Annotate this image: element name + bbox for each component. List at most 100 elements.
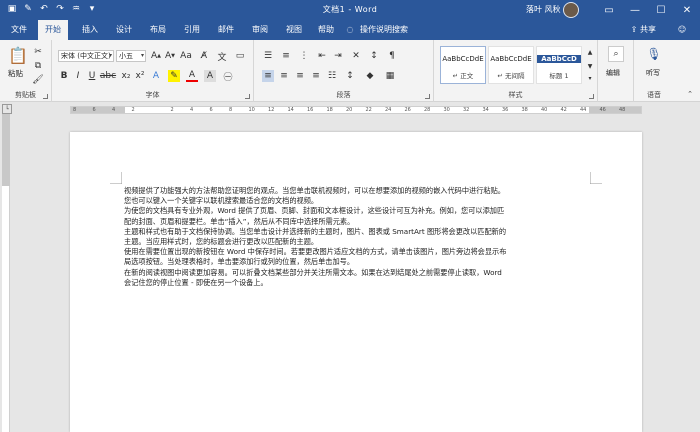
tab-layout[interactable]: 布局 <box>144 20 172 40</box>
editing-group: ⌕ 编辑 <box>598 40 634 102</box>
ruler-margin-left <box>71 107 125 113</box>
superscript-icon[interactable]: x² <box>134 70 146 82</box>
tab-help[interactable]: 帮助 <box>312 20 340 40</box>
dictate-button[interactable]: 听写 <box>646 68 660 78</box>
bullets-icon[interactable]: ☰ <box>262 50 274 62</box>
user-name[interactable]: 落叶 风秋 <box>526 4 561 15</box>
maximize-icon[interactable]: ☐ <box>648 0 674 20</box>
bold-icon[interactable]: B <box>58 70 70 82</box>
paragraph-line[interactable]: 主题和样式也有助于文档保持协调。当您单击设计并选择新的主题时，图片、图表或 Sm… <box>124 227 594 237</box>
close-icon[interactable]: ✕ <box>674 0 700 20</box>
paragraph-line[interactable]: 为使您的文档具有专业外观，Word 提供了页眉、页脚、封面和文本框设计，这些设计… <box>124 206 594 216</box>
subscript-icon[interactable]: x₂ <box>120 70 132 82</box>
highlight-icon[interactable]: ✎ <box>168 70 180 82</box>
styles-more-icon[interactable]: ▾ <box>584 72 596 84</box>
tab-mailings[interactable]: 邮件 <box>212 20 240 40</box>
underline-icon[interactable]: U <box>86 70 98 82</box>
numbering-icon[interactable]: ≡ <box>280 50 292 62</box>
cut-icon[interactable]: ✂ <box>32 46 44 58</box>
paragraph-launcher-icon[interactable] <box>425 94 430 99</box>
ruler-number: 34 <box>482 107 489 113</box>
grow-font-icon[interactable]: A ▲ <box>150 50 162 62</box>
font-size-box[interactable]: 小五 ▾ <box>116 50 146 62</box>
paragraph-line[interactable]: 会记住您的停止位置 - 即使在另一个设备上。 <box>124 278 594 288</box>
font-launcher-icon[interactable] <box>245 94 250 99</box>
paragraph-line[interactable]: 局选项按钮。当处理表格时，单击要添加行或列的位置，然后单击加号。 <box>124 257 594 267</box>
collapse-ribbon-icon[interactable]: ⌃ <box>684 88 696 100</box>
line-spacing-icon[interactable]: ↕ <box>344 70 356 82</box>
tell-me-search[interactable]: 操作说明搜索 <box>360 20 420 40</box>
search-icon[interactable]: ⌕ <box>608 46 624 62</box>
tab-design[interactable]: 设计 <box>110 20 138 40</box>
share-icon[interactable]: ⇪ <box>628 20 640 40</box>
tab-insert[interactable]: 插入 <box>76 20 104 40</box>
paragraph-line[interactable]: 使用在需要位置出现的新按钮在 Word 中保存时间。若要更改图片适应文档的方式，… <box>124 247 594 257</box>
ruler-number: 44 <box>580 107 587 113</box>
styles-scroll-up-icon[interactable]: ▲ <box>584 46 596 58</box>
comments-icon[interactable]: ☺ <box>676 20 688 40</box>
chinese-layout-icon[interactable]: ✕ <box>350 50 362 62</box>
style-no-spacing[interactable]: AaBbCcDdE ↵ 无间隔 <box>488 46 534 84</box>
ruler-number: 26 <box>404 107 411 113</box>
paragraph-line[interactable]: 视频提供了功能强大的方法帮助您证明您的观点。当您单击联机视频时，可以在想要添加的… <box>124 186 594 196</box>
tab-home[interactable]: 开始 <box>38 20 68 40</box>
share-button[interactable]: 共享 <box>640 20 656 40</box>
avatar[interactable] <box>563 2 579 18</box>
strikethrough-icon[interactable]: abc <box>100 70 116 82</box>
tab-file[interactable]: 文件 <box>0 20 38 40</box>
copy-icon[interactable]: ⧉ <box>32 60 44 72</box>
enclose-characters-icon[interactable]: ㊀ <box>222 70 234 83</box>
increase-indent-icon[interactable]: ⇥ <box>332 50 344 62</box>
crop-mark-top-left <box>110 172 122 184</box>
character-shading-icon[interactable]: A <box>204 70 216 82</box>
tab-references[interactable]: 引用 <box>178 20 206 40</box>
tab-selector-icon[interactable]: └ <box>2 104 12 114</box>
shrink-font-icon[interactable]: A ▼ <box>164 50 176 62</box>
borders-icon[interactable]: ▦ <box>384 70 396 82</box>
paragraph-line[interactable]: 主题。当应用样式时，您的标题会进行更改以匹配新的主题。 <box>124 237 594 247</box>
distributed-icon[interactable]: ☷ <box>326 70 338 82</box>
document-body[interactable]: 视频提供了功能强大的方法帮助您证明您的观点。当您单击联机视频时，可以在想要添加的… <box>124 186 594 288</box>
align-right-icon[interactable]: ≡ <box>294 70 306 82</box>
character-border-icon[interactable]: ▭ <box>234 50 246 62</box>
ruler-number: 30 <box>443 107 450 113</box>
align-left-icon[interactable]: ≡ <box>262 70 274 82</box>
text-effects-icon[interactable]: A <box>150 70 162 82</box>
phonetic-guide-icon[interactable]: 文 <box>216 50 228 63</box>
font-name-box[interactable]: 宋体 (中文正文) ▾ <box>58 50 114 62</box>
tab-view[interactable]: 视图 <box>280 20 308 40</box>
clear-formatting-icon[interactable]: A̸ <box>198 50 210 62</box>
format-painter-icon[interactable]: 🖌 <box>32 74 44 86</box>
microphone-icon[interactable]: 🎙 <box>646 46 662 62</box>
paragraph-line[interactable]: 在新的阅读视图中阅读更加容易。可以折叠文档某些部分并关注所需文本。如果在达到结尾… <box>124 268 594 278</box>
style-sample: AaBbCcDdE <box>442 55 484 63</box>
font-color-icon[interactable]: A <box>186 70 198 82</box>
editing-button[interactable]: 编辑 <box>606 68 620 78</box>
paragraph-line[interactable]: 您也可以键入一个关键字以联机搜索最适合您的文档的视频。 <box>124 196 594 206</box>
style-heading-1[interactable]: AaBbCcD 标题 1 <box>536 46 582 84</box>
styles-scroll-down-icon[interactable]: ▼ <box>584 60 596 72</box>
align-center-icon[interactable]: ≡ <box>278 70 290 82</box>
italic-icon[interactable]: I <box>72 70 84 82</box>
decrease-indent-icon[interactable]: ⇤ <box>316 50 328 62</box>
styles-launcher-icon[interactable] <box>589 94 594 99</box>
shading-icon[interactable]: ◆ <box>364 70 376 82</box>
vertical-scrollbar[interactable] <box>690 114 700 432</box>
minimize-icon[interactable]: — <box>622 0 648 20</box>
vertical-ruler[interactable] <box>2 114 10 432</box>
ruler-number: 8 <box>73 107 77 113</box>
show-marks-icon[interactable]: ¶ <box>386 50 398 62</box>
ribbon-display-icon[interactable]: ▭ <box>596 0 622 20</box>
multilevel-list-icon[interactable]: ⋮ <box>298 50 310 62</box>
paste-icon[interactable]: 📋 <box>8 46 28 65</box>
paragraph-line[interactable]: 配的封面、页眉和提要栏。单击“插入”，然后从不同库中选择所需元素。 <box>124 217 594 227</box>
justify-icon[interactable]: ≡ <box>310 70 322 82</box>
clipboard-launcher-icon[interactable] <box>43 94 48 99</box>
document-page[interactable]: 视频提供了功能强大的方法帮助您证明您的观点。当您单击联机视频时，可以在想要添加的… <box>70 132 642 432</box>
horizontal-ruler[interactable]: 8 6 4 2 2 4 6 8 10 12 14 16 18 20 22 24 26 28 30 32 34 36 38 40… <box>70 106 642 114</box>
tab-review[interactable]: 审阅 <box>246 20 274 40</box>
sort-icon[interactable]: ↕ <box>368 50 380 62</box>
style-normal[interactable]: AaBbCcDdE ↵ 正文 <box>440 46 486 84</box>
paste-button[interactable]: 粘贴 <box>8 68 23 79</box>
change-case-icon[interactable]: Aa <box>180 50 192 62</box>
